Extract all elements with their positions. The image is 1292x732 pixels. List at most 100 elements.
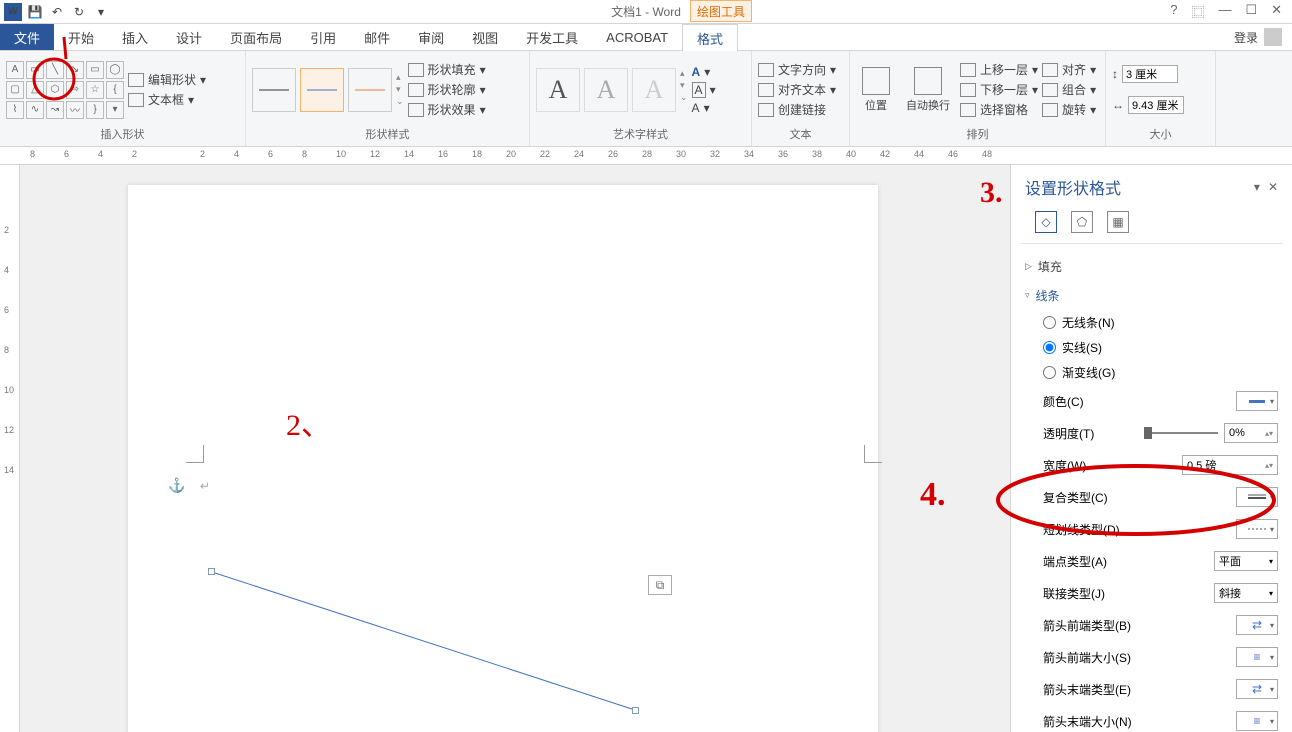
radio-no-line[interactable]: 无线条(N) bbox=[1025, 310, 1278, 335]
arrow-begin-type-dropdown[interactable]: ⇄ bbox=[1236, 615, 1278, 635]
layout-tab-icon[interactable]: ▦ bbox=[1107, 211, 1129, 233]
section-line[interactable]: ▿线条 bbox=[1025, 281, 1278, 310]
shape-arrow-line-icon[interactable]: ↘ bbox=[66, 61, 84, 79]
shape-gallery[interactable]: A ▭ ╲ ↘ ▭ ◯ ▢ △ ⬡ ⇨ ☆ { ⌇ ∿ ↝ 〰 } ▾ bbox=[6, 61, 124, 119]
width-input[interactable]: 0.5 磅▴▾ bbox=[1182, 455, 1278, 475]
shape-more-icon[interactable]: ▾ bbox=[106, 101, 124, 119]
tab-format[interactable]: 格式 bbox=[682, 24, 738, 51]
tab-references[interactable]: 引用 bbox=[296, 24, 350, 50]
align-button[interactable]: 对齐▾ bbox=[1042, 61, 1096, 78]
shape-fill-button[interactable]: 形状填充 ▾ bbox=[408, 61, 486, 78]
shape-rbrace-icon[interactable]: } bbox=[86, 101, 104, 119]
bring-forward-button[interactable]: 上移一层▾ bbox=[960, 61, 1038, 78]
style-swatch-3[interactable] bbox=[348, 68, 392, 112]
edit-shape-button[interactable]: 编辑形状 ▾ bbox=[128, 71, 206, 88]
selection-pane-button[interactable]: 选择窗格 bbox=[960, 101, 1038, 118]
line-shape[interactable] bbox=[210, 570, 640, 715]
tab-review[interactable]: 审阅 bbox=[404, 24, 458, 50]
section-fill[interactable]: ▷填充 bbox=[1025, 252, 1278, 281]
tab-home[interactable]: 开始 bbox=[54, 24, 108, 50]
fill-line-tab-icon[interactable]: ◇ bbox=[1035, 211, 1057, 233]
width-input[interactable] bbox=[1128, 96, 1184, 114]
help-icon[interactable]: ? bbox=[1170, 2, 1177, 21]
height-input[interactable] bbox=[1122, 65, 1178, 83]
join-dropdown[interactable]: 斜接▾ bbox=[1214, 583, 1278, 603]
text-fill-button[interactable]: A▾ bbox=[692, 65, 716, 79]
wordart-2[interactable]: A bbox=[584, 68, 628, 112]
shape-style-gallery[interactable]: ▴▾⌄ bbox=[252, 68, 404, 112]
pane-dropdown-icon[interactable]: ▾ bbox=[1254, 180, 1260, 194]
create-link-button[interactable]: 创建链接 bbox=[758, 101, 836, 118]
tab-design[interactable]: 设计 bbox=[162, 24, 216, 50]
shape-lbrace-icon[interactable]: { bbox=[106, 81, 124, 99]
undo-icon[interactable]: ↶ bbox=[48, 3, 66, 21]
rotate-button[interactable]: 旋转▾ bbox=[1042, 101, 1096, 118]
transparency-input[interactable]: 0%▴▾ bbox=[1224, 423, 1278, 443]
arrow-end-size-dropdown[interactable]: ≡ bbox=[1236, 711, 1278, 731]
shape-roundrect-icon[interactable]: ▢ bbox=[6, 81, 24, 99]
close-icon[interactable]: ✕ bbox=[1271, 2, 1282, 21]
shape-textbox2-icon[interactable]: ▭ bbox=[26, 61, 44, 79]
qat-dropdown-icon[interactable]: ▾ bbox=[92, 3, 110, 21]
shape-outline-button[interactable]: 形状轮廓 ▾ bbox=[408, 81, 486, 98]
maximize-icon[interactable]: ☐ bbox=[1245, 2, 1257, 21]
shape-connector-icon[interactable]: ↝ bbox=[46, 101, 64, 119]
transparency-slider[interactable] bbox=[1144, 432, 1218, 434]
radio-gradient-line[interactable]: 渐变线(G) bbox=[1025, 360, 1278, 385]
save-icon[interactable]: 💾 bbox=[26, 3, 44, 21]
tab-acrobat[interactable]: ACROBAT bbox=[592, 24, 682, 50]
shape-textbox-icon[interactable]: A bbox=[6, 61, 24, 79]
shape-arrow-icon[interactable]: ⇨ bbox=[66, 81, 84, 99]
shape-triangle-icon[interactable]: △ bbox=[26, 81, 44, 99]
line-handle-end[interactable] bbox=[632, 707, 639, 714]
cap-dropdown[interactable]: 平面▾ bbox=[1214, 551, 1278, 571]
wordart-gallery[interactable]: A A A ▴▾⌄ bbox=[536, 68, 688, 112]
align-text-button[interactable]: 对齐文本▾ bbox=[758, 81, 836, 98]
tab-view[interactable]: 视图 bbox=[458, 24, 512, 50]
layout-options-button[interactable]: ⧉ bbox=[648, 575, 672, 595]
arrow-begin-size-dropdown[interactable]: ≡ bbox=[1236, 647, 1278, 667]
style-swatch-2[interactable] bbox=[300, 68, 344, 112]
ribbon-display-icon[interactable]: ⿴ bbox=[1191, 2, 1204, 21]
style-swatch-1[interactable] bbox=[252, 68, 296, 112]
arrow-end-type-dropdown[interactable]: ⇄ bbox=[1236, 679, 1278, 699]
tab-developer[interactable]: 开发工具 bbox=[512, 24, 592, 50]
effects-tab-icon[interactable]: ⬠ bbox=[1071, 211, 1093, 233]
group-button[interactable]: 组合▾ bbox=[1042, 81, 1096, 98]
shape-effects-button[interactable]: 形状效果 ▾ bbox=[408, 101, 486, 118]
text-effects-button[interactable]: A▾ bbox=[692, 101, 716, 115]
redo-icon[interactable]: ↻ bbox=[70, 3, 88, 21]
sign-in[interactable]: 登录 bbox=[1224, 24, 1292, 50]
text-box-button[interactable]: 文本框 ▾ bbox=[128, 91, 206, 108]
pane-close-icon[interactable]: ✕ bbox=[1268, 180, 1278, 194]
compound-dropdown[interactable] bbox=[1236, 487, 1278, 507]
minimize-icon[interactable]: — bbox=[1218, 2, 1231, 21]
shape-freeform-icon[interactable]: ⌇ bbox=[6, 101, 24, 119]
color-picker[interactable] bbox=[1236, 391, 1278, 411]
wrap-text-button[interactable]: 自动换行 bbox=[900, 65, 956, 115]
send-backward-button[interactable]: 下移一层▾ bbox=[960, 81, 1038, 98]
gallery-more-icon[interactable]: ⌄ bbox=[396, 96, 404, 107]
dash-dropdown[interactable] bbox=[1236, 519, 1278, 539]
shape-oval-icon[interactable]: ◯ bbox=[106, 61, 124, 79]
shape-curve-icon[interactable]: ∿ bbox=[26, 101, 44, 119]
gallery-down-icon[interactable]: ▾ bbox=[396, 84, 404, 95]
text-outline-button[interactable]: A▾ bbox=[692, 82, 716, 98]
document-canvas[interactable]: ⚓ ↵ ⧉ bbox=[20, 165, 1010, 732]
text-direction-button[interactable]: 文字方向▾ bbox=[758, 61, 836, 78]
tab-mailings[interactable]: 邮件 bbox=[350, 24, 404, 50]
tab-insert[interactable]: 插入 bbox=[108, 24, 162, 50]
shape-scribble-icon[interactable]: 〰 bbox=[66, 101, 84, 119]
shape-star-icon[interactable]: ☆ bbox=[86, 81, 104, 99]
wordart-3[interactable]: A bbox=[632, 68, 676, 112]
gallery-up-icon[interactable]: ▴ bbox=[396, 72, 404, 83]
wordart-1[interactable]: A bbox=[536, 68, 580, 112]
shape-hexagon-icon[interactable]: ⬡ bbox=[46, 81, 64, 99]
position-button[interactable]: 位置 bbox=[856, 65, 896, 115]
tab-file[interactable]: 文件 bbox=[0, 24, 54, 50]
line-handle-start[interactable] bbox=[208, 568, 215, 575]
shape-line-icon[interactable]: ╲ bbox=[46, 61, 64, 79]
radio-solid-line[interactable]: 实线(S) bbox=[1025, 335, 1278, 360]
shape-rect-icon[interactable]: ▭ bbox=[86, 61, 104, 79]
tab-layout[interactable]: 页面布局 bbox=[216, 24, 296, 50]
